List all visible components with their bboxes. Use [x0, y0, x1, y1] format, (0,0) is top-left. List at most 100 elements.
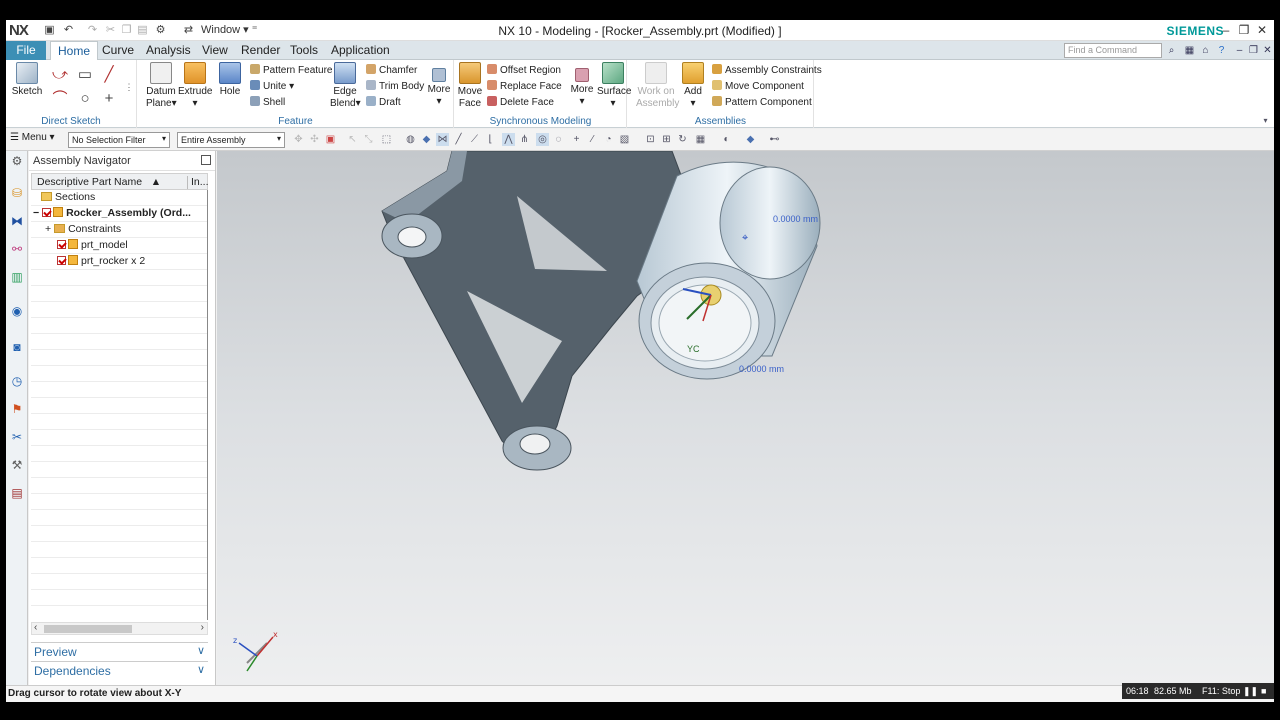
sync-more-button[interactable]: More ▾	[569, 62, 595, 108]
scroll-left-icon[interactable]: ‹	[34, 622, 37, 633]
help-icon[interactable]: ?	[1215, 44, 1228, 57]
end-point-icon[interactable]: ╱	[452, 133, 465, 146]
intersection-icon[interactable]: ⋀	[502, 133, 515, 146]
roles-icon[interactable]: ▤	[9, 485, 25, 501]
home-icon[interactable]: ⌂	[1199, 44, 1212, 57]
constraint-navigator-icon[interactable]: ⚯	[9, 241, 25, 257]
surface-button[interactable]: Surface ▾	[597, 62, 631, 110]
existing-point-icon[interactable]: ◌	[552, 133, 565, 146]
graphics-window[interactable]: ⌖ x z 0.0000 mm 0.0000 mm YC	[217, 151, 1274, 685]
checkbox-checked[interactable]	[42, 208, 52, 217]
reuse-library-icon[interactable]: ▥	[9, 269, 25, 285]
dependencies-panel-header[interactable]: Dependencies ∨	[31, 661, 208, 679]
column-info[interactable]: In...	[187, 176, 209, 189]
assembly-constraints-button[interactable]: Assembly Constraints	[712, 64, 822, 78]
point-on-face-icon[interactable]: ⁄	[586, 133, 599, 146]
sketch-more-icon[interactable]: ⋮	[120, 78, 138, 96]
snap-point-icon[interactable]: ⋈	[436, 133, 449, 146]
checkbox-checked[interactable]	[57, 256, 66, 265]
arc-center-icon[interactable]: ⋔	[518, 133, 531, 146]
feature-more-button[interactable]: More ▾	[426, 62, 452, 108]
rocker-assembly-model[interactable]: ⌖ x z	[217, 151, 1274, 685]
maximize-icon[interactable]	[201, 155, 211, 165]
trim-body-button[interactable]: Trim Body	[366, 80, 424, 94]
datum-plane-button[interactable]: Datum Plane▾	[146, 62, 177, 110]
sketch-button[interactable]: Sketch	[10, 62, 44, 98]
unite-button[interactable]: Unite ▾	[250, 80, 294, 94]
layout-icon[interactable]: ▦	[1183, 44, 1196, 57]
history-icon[interactable]: ◷	[9, 373, 25, 389]
point-icon[interactable]: +	[100, 90, 118, 108]
profile-icon[interactable]: ⤻	[51, 66, 69, 84]
tree-item-constraints[interactable]: + Constraints	[45, 222, 121, 237]
extrude-button[interactable]: Extrude ▾	[178, 62, 212, 110]
circle-icon[interactable]: ○	[76, 90, 94, 108]
face-select-icon[interactable]: ◍	[404, 133, 417, 146]
arc-icon[interactable]: ⌒	[51, 90, 69, 108]
replace-face-button[interactable]: Replace Face	[487, 80, 562, 94]
move-component-button[interactable]: Move Component	[712, 80, 804, 94]
minimize-icon[interactable]: –	[1218, 22, 1234, 38]
tree-item-rocker-assembly[interactable]: − Rocker_Assembly (Ord...	[33, 206, 191, 221]
tree-item-prt-model[interactable]: prt_model	[57, 238, 128, 253]
tab-file[interactable]: File	[6, 41, 46, 60]
restore-icon[interactable]: ❐	[1236, 22, 1252, 38]
rectangle-select-icon[interactable]: ⬚	[380, 133, 393, 146]
orient-view-icon[interactable]: ▦	[694, 133, 707, 146]
preview-panel-header[interactable]: Preview ∨	[31, 642, 208, 660]
visibility-icon[interactable]: ⊷	[768, 133, 781, 146]
process-studio-icon[interactable]: ✂	[9, 429, 25, 445]
hd3d-tools-icon[interactable]: ◉	[9, 303, 25, 319]
tab-curve[interactable]: Curve	[95, 41, 141, 60]
fit-view-icon[interactable]: ⊡	[644, 133, 657, 146]
tab-analysis[interactable]: Analysis	[139, 41, 198, 60]
pattern-component-button[interactable]: Pattern Component	[712, 96, 812, 110]
tab-home[interactable]: Home	[50, 41, 99, 60]
tab-tools[interactable]: Tools	[283, 41, 325, 60]
bounded-grid-icon[interactable]: ◔	[602, 133, 615, 146]
point-on-curve-icon[interactable]: +	[570, 133, 583, 146]
deselect-icon[interactable]: ✣	[308, 133, 321, 146]
snap-options-icon[interactable]: ▧	[618, 133, 631, 146]
delete-face-button[interactable]: Delete Face	[487, 96, 554, 110]
edge-blend-button[interactable]: Edge Blend▾	[330, 62, 361, 110]
rotate-icon[interactable]: ↻	[676, 133, 689, 146]
tab-view[interactable]: View	[195, 41, 235, 60]
web-browser-icon[interactable]: ◙	[9, 339, 25, 355]
gear-icon[interactable]: ⚙	[9, 153, 25, 169]
chamfer-button[interactable]: Chamfer	[366, 64, 417, 78]
pattern-feature-button[interactable]: Pattern Feature	[250, 64, 332, 78]
tab-application[interactable]: Application	[324, 41, 397, 60]
restore-icon[interactable]: ❐	[1247, 44, 1260, 57]
draft-button[interactable]: Draft	[366, 96, 401, 110]
tree-item-prt-rocker[interactable]: prt_rocker x 2	[57, 254, 145, 269]
manufacturing-wizards-icon[interactable]: ⚒	[9, 457, 25, 473]
general-selection-icon[interactable]: ↖	[346, 133, 359, 146]
minimize-icon[interactable]: –	[1233, 44, 1246, 57]
select-all-icon[interactable]: ✥	[292, 133, 305, 146]
selection-scope-dropdown[interactable]: Entire Assembly ▾	[177, 132, 285, 148]
control-point-icon[interactable]: ⌊	[484, 133, 497, 146]
mid-point-icon[interactable]: ⟋	[468, 133, 481, 146]
stop-icon[interactable]: ■	[1261, 686, 1266, 696]
zoom-icon[interactable]: ⊞	[660, 133, 673, 146]
part-navigator-icon[interactable]: ⛁	[9, 185, 25, 201]
hole-button[interactable]: Hole	[216, 62, 244, 98]
menu-button[interactable]: ☰ Menu ▾	[10, 132, 55, 143]
search-icon[interactable]: ⌕	[1165, 44, 1178, 57]
assembly-navigator-icon[interactable]: ⧓	[9, 213, 25, 229]
recording-stop-hint[interactable]: F11: Stop	[1202, 686, 1240, 696]
pause-icon[interactable]: ❚❚	[1243, 686, 1258, 697]
column-descriptive-part-name[interactable]: Descriptive Part Name ▲	[37, 176, 161, 188]
line-icon[interactable]: ╱	[100, 66, 118, 84]
rectangle-icon[interactable]: ▭	[76, 66, 94, 84]
add-component-button[interactable]: Add ▾	[680, 62, 706, 110]
lasso-icon[interactable]: ⤡	[362, 133, 375, 146]
find-command-input[interactable]: Find a Command	[1064, 43, 1162, 58]
scrollbar-thumb[interactable]	[44, 625, 132, 633]
shell-button[interactable]: Shell	[250, 96, 285, 110]
checkbox-checked[interactable]	[57, 240, 66, 249]
system-materials-icon[interactable]: ⚑	[9, 401, 25, 417]
quadrant-icon[interactable]: ◎	[536, 133, 549, 146]
tree-item-sections[interactable]: Sections	[41, 190, 95, 205]
